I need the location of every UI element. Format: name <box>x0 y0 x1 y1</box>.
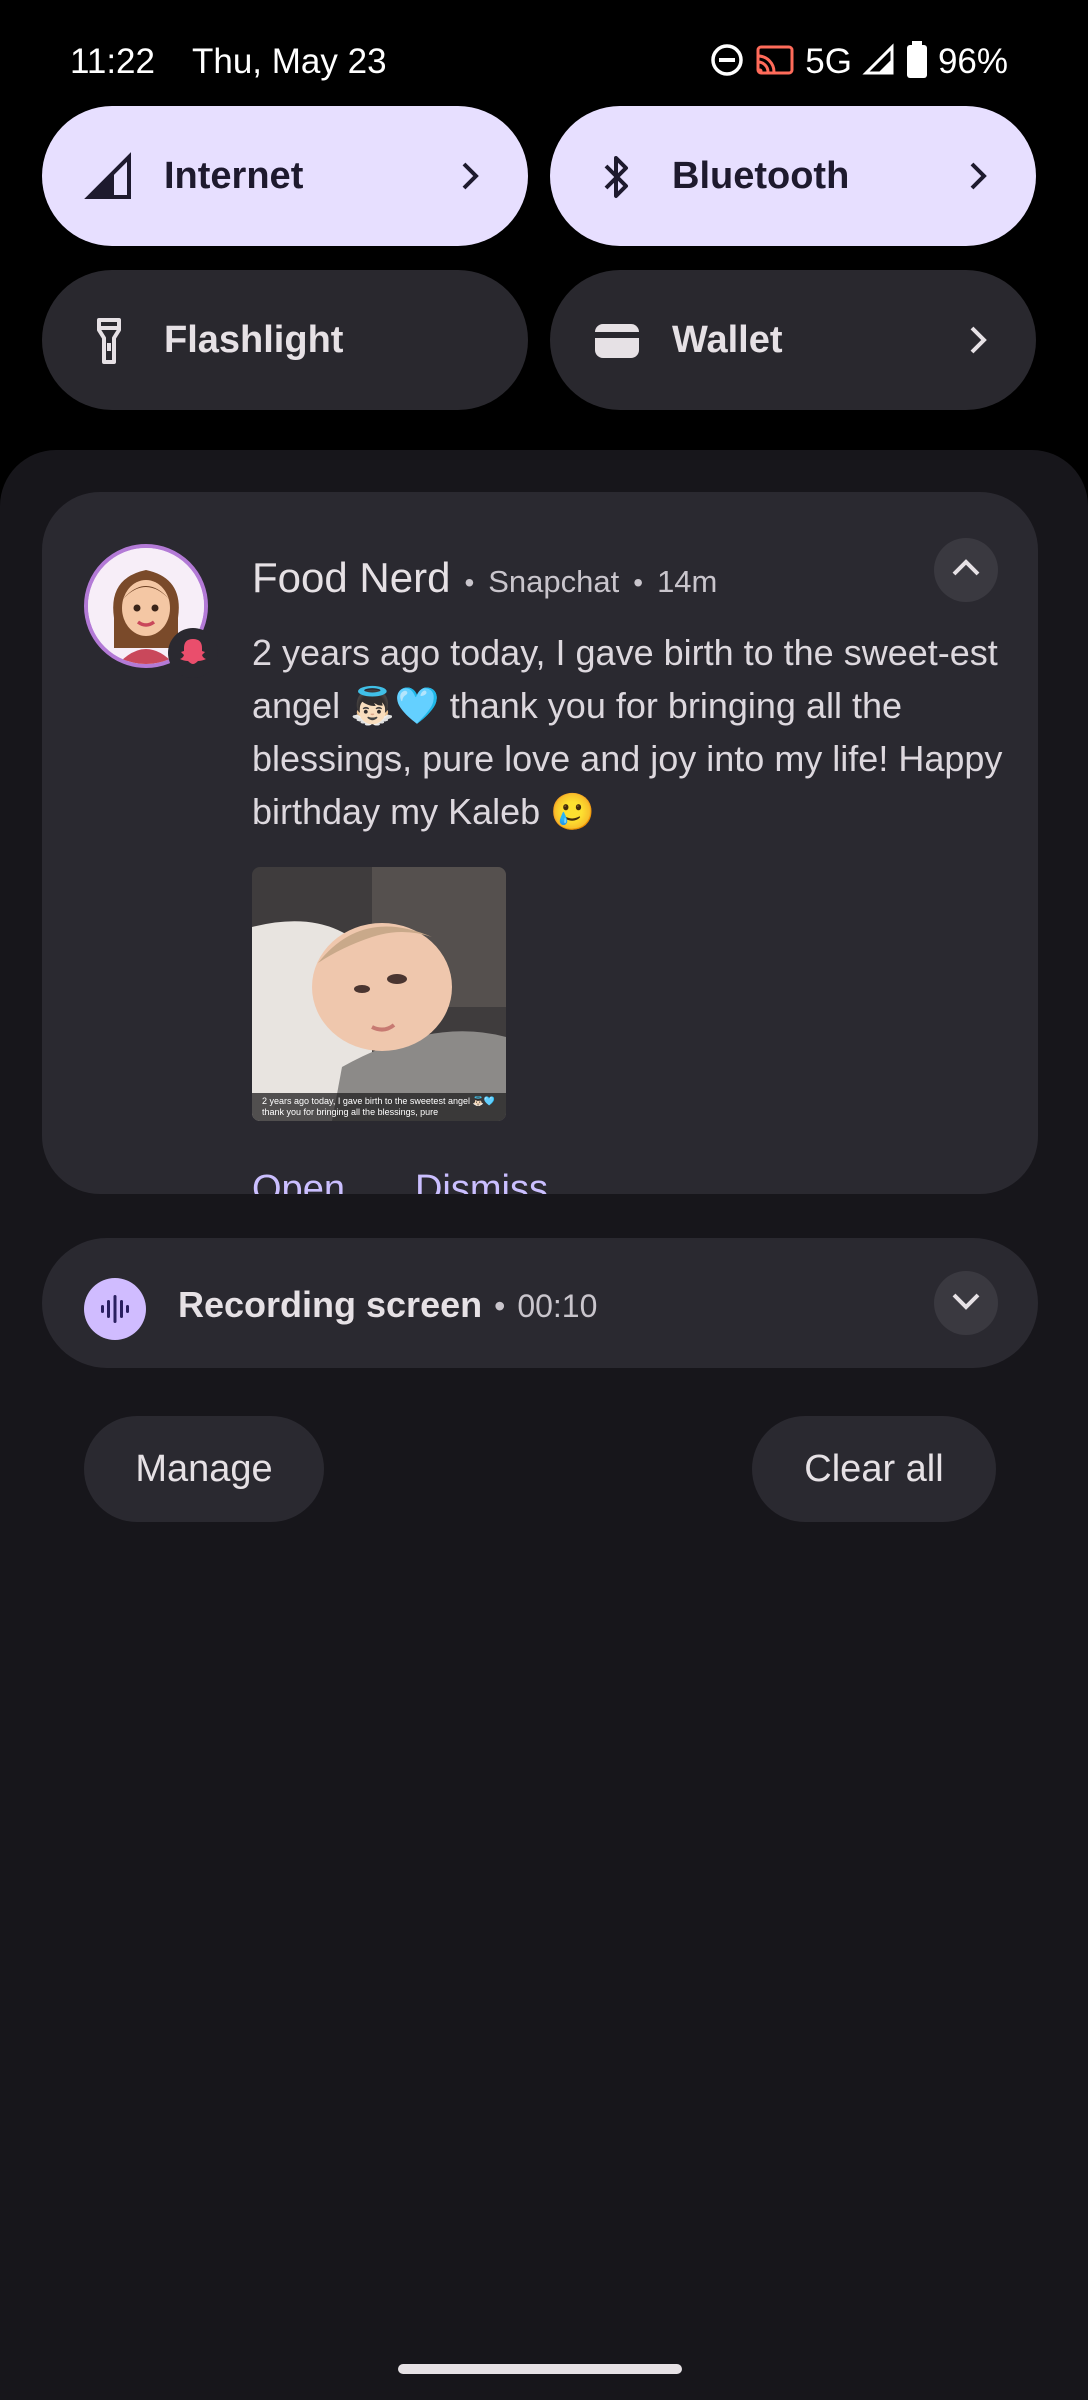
collapse-button[interactable] <box>934 538 998 602</box>
chevron-down-icon <box>948 1283 984 1324</box>
status-icons: 5G 96% <box>709 38 1008 86</box>
tile-internet[interactable]: Internet <box>42 106 528 246</box>
network-type: 5G <box>805 42 852 81</box>
battery-icon <box>906 40 928 84</box>
battery-percent: 96% <box>937 42 1008 81</box>
status-time: 11:22 <box>70 42 155 81</box>
signal-icon <box>84 152 134 202</box>
snapchat-badge <box>168 628 218 678</box>
tile-bluetooth-label: Bluetooth <box>672 155 850 197</box>
recording-icon <box>84 1278 146 1340</box>
chevron-right-icon <box>960 322 996 358</box>
tile-bluetooth[interactable]: Bluetooth <box>550 106 1036 246</box>
separator-dot: • <box>464 567 475 598</box>
expand-button[interactable] <box>934 1271 998 1335</box>
notification-actions: Open Dismiss <box>252 1168 548 1194</box>
signal-icon <box>862 42 896 82</box>
chevron-up-icon <box>948 550 984 591</box>
status-date: Thu, May 23 <box>192 42 387 81</box>
bluetooth-icon <box>592 152 642 202</box>
image-caption: 2 years ago today, I gave birth to the s… <box>262 1096 495 1117</box>
manage-button[interactable]: Manage <box>84 1416 324 1522</box>
recording-notification[interactable]: Recording screen • 00:10 <box>42 1238 1038 1368</box>
recording-elapsed: 00:10 <box>517 1288 598 1324</box>
snapchat-ghost-icon <box>178 636 208 671</box>
open-action[interactable]: Open <box>252 1168 345 1194</box>
recording-title: Recording screen <box>178 1284 483 1325</box>
recording-label: Recording screen • 00:10 <box>178 1284 597 1326</box>
chevron-right-icon <box>452 158 488 194</box>
separator-dot: • <box>633 567 644 598</box>
clear-all-button[interactable]: Clear all <box>752 1416 996 1522</box>
tile-wallet[interactable]: Wallet <box>550 270 1036 410</box>
tile-flashlight[interactable]: Flashlight <box>42 270 528 410</box>
tile-internet-label: Internet <box>164 155 304 197</box>
notification-app: Snapchat <box>488 564 620 599</box>
dnd-icon <box>709 42 745 83</box>
notification-time: 14m <box>657 564 718 599</box>
tile-wallet-label: Wallet <box>672 319 783 361</box>
home-indicator[interactable] <box>398 2364 682 2374</box>
notification-title: Food Nerd <box>252 554 451 601</box>
tile-flashlight-label: Flashlight <box>164 319 344 361</box>
notification-header: Food Nerd • Snapchat • 14m <box>252 554 717 602</box>
cast-icon <box>755 42 795 83</box>
wallet-icon <box>592 316 642 366</box>
dismiss-action[interactable]: Dismiss <box>415 1168 548 1194</box>
notification-card[interactable]: Food Nerd • Snapchat • 14m 2 years ago t… <box>42 492 1038 1194</box>
flashlight-icon <box>84 316 134 366</box>
status-bar: 11:22 Thu, May 23 5G 96% <box>0 0 1088 120</box>
chevron-right-icon <box>960 158 996 194</box>
separator-dot: • <box>494 1288 506 1324</box>
notification-body: 2 years ago today, I gave birth to the s… <box>252 632 1003 832</box>
notification-image[interactable]: 2 years ago today, I gave birth to the s… <box>252 867 506 1121</box>
